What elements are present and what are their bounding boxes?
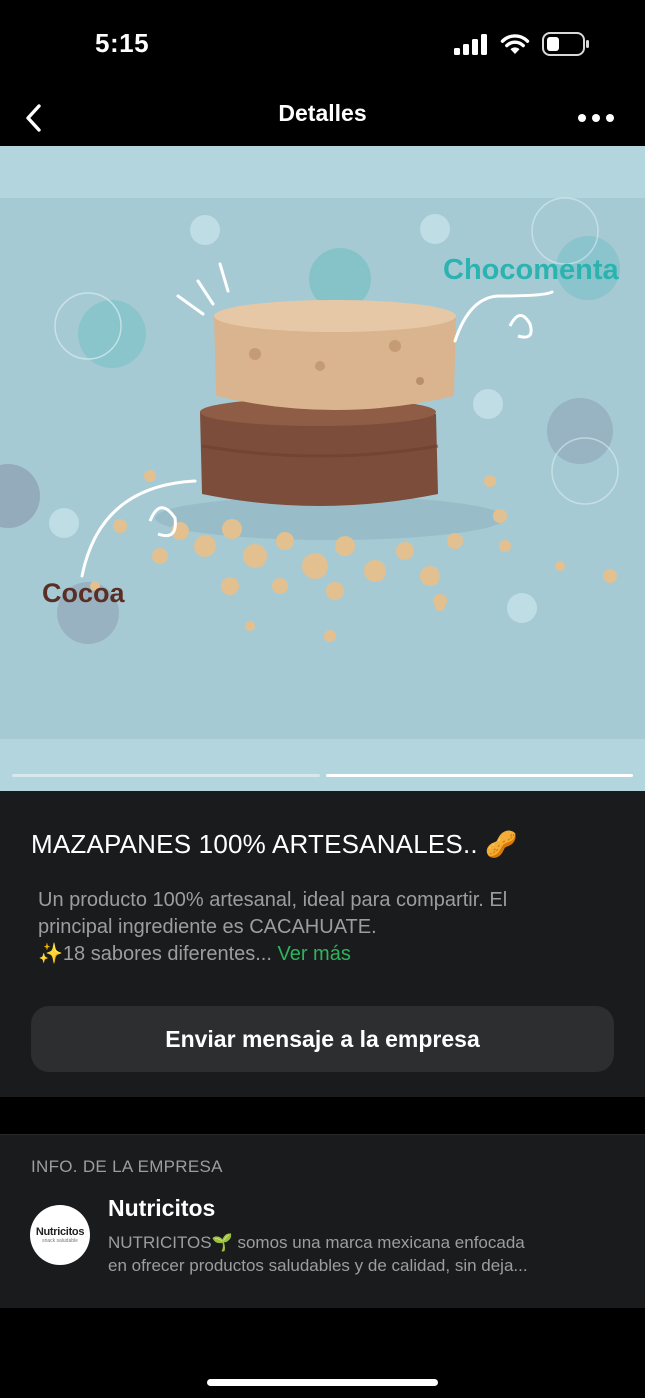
progress-segment bbox=[12, 774, 320, 777]
status-icons bbox=[454, 30, 590, 58]
more-horizontal-icon bbox=[578, 114, 586, 122]
more-dot bbox=[606, 114, 614, 122]
description-text: ✨18 sabores diferentes... bbox=[38, 943, 272, 965]
status-time: 5:15 bbox=[95, 28, 150, 58]
product-title: MAZAPANES 100% ARTESANALES.. 🥜 bbox=[31, 829, 518, 859]
see-more-link[interactable]: Ver más bbox=[277, 943, 350, 965]
product-description: Un producto 100% artesanal, ideal para c… bbox=[38, 887, 608, 968]
label-cocoa: Cocoa bbox=[42, 578, 126, 608]
company-description-line: en ofrecer productos saludables y de cal… bbox=[108, 1256, 528, 1275]
battery-icon bbox=[542, 32, 589, 56]
logo-text: Nutricitos bbox=[35, 1226, 85, 1238]
carousel-progress bbox=[12, 774, 633, 777]
company-description: NUTRICITOS🌱 somos una marca mexicana enf… bbox=[108, 1231, 618, 1277]
product-details: MAZAPANES 100% ARTESANALES.. 🥜 Un produc… bbox=[0, 791, 645, 1097]
cellular-signal-icon bbox=[454, 34, 487, 55]
status-bar: 5:15 bbox=[0, 0, 645, 90]
home-indicator[interactable] bbox=[207, 1379, 438, 1386]
more-dot bbox=[592, 114, 600, 122]
nav-bar: Detalles bbox=[0, 90, 645, 146]
company-name[interactable]: Nutricitos bbox=[108, 1195, 215, 1222]
company-info: INFO. DE LA EMPRESA Nutricitos snack sal… bbox=[0, 1134, 645, 1308]
description-line: Un producto 100% artesanal, ideal para c… bbox=[38, 889, 508, 911]
description-line: ✨18 sabores diferentes... Ver más bbox=[38, 941, 608, 968]
page-title: Detalles bbox=[278, 100, 367, 126]
product-image-carousel[interactable]: Chocomenta Cocoa bbox=[0, 146, 645, 791]
message-business-button[interactable]: Enviar mensaje a la empresa bbox=[31, 1006, 614, 1072]
progress-segment-active bbox=[325, 774, 633, 777]
company-logo[interactable]: Nutricitos snack saludable bbox=[30, 1205, 90, 1265]
label-chocomenta: Chocomenta bbox=[443, 254, 620, 286]
more-options-button[interactable] bbox=[571, 98, 621, 138]
product-image: Chocomenta Cocoa bbox=[0, 146, 645, 791]
company-description-line: NUTRICITOS🌱 somos una marca mexicana enf… bbox=[108, 1233, 525, 1252]
description-line: principal ingrediente es CACAHUATE. bbox=[38, 916, 377, 938]
section-label: INFO. DE LA EMPRESA bbox=[31, 1157, 223, 1176]
wifi-icon bbox=[500, 34, 530, 54]
logo-subtext: snack saludable bbox=[42, 1238, 78, 1244]
